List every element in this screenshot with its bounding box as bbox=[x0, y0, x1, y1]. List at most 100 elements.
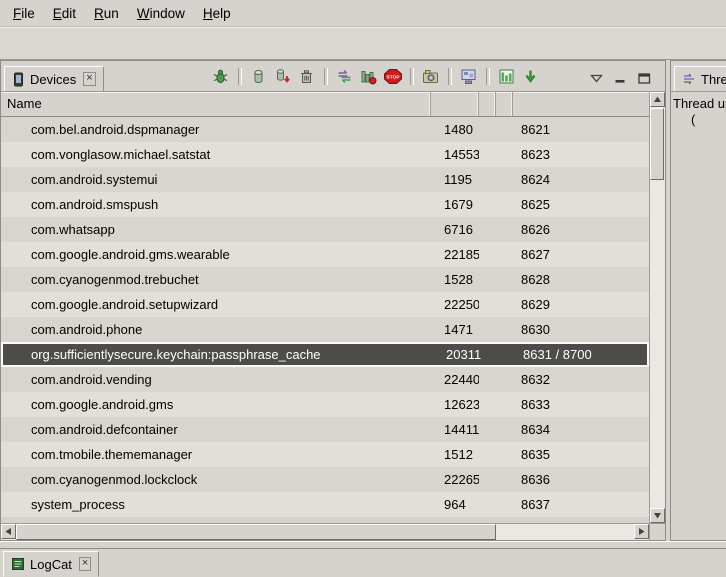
process-list: com.bel.android.dspmanager14808621com.vo… bbox=[1, 117, 649, 523]
menu-help[interactable]: Help bbox=[194, 0, 240, 26]
process-port: 8629 bbox=[513, 292, 649, 317]
menu-run[interactable]: Run bbox=[85, 0, 128, 26]
toolbar-separator bbox=[486, 68, 490, 85]
menu-edit[interactable]: Edit bbox=[44, 0, 85, 26]
process-pid: 14411 bbox=[431, 417, 479, 442]
menubar: FileEditRunWindowHelp bbox=[0, 0, 726, 27]
process-name: com.android.vending bbox=[1, 367, 431, 392]
table-row[interactable]: org.sufficientlysecure.keychain:passphra… bbox=[1, 342, 649, 367]
scrollbar-corner bbox=[650, 523, 665, 540]
process-name: org.sufficientlysecure.keychain:passphra… bbox=[3, 344, 433, 365]
process-empty-cell-1 bbox=[479, 242, 496, 267]
process-empty-cell-1 bbox=[479, 192, 496, 217]
process-empty-cell-2 bbox=[496, 442, 513, 467]
process-empty-cell-2 bbox=[496, 367, 513, 392]
table-row[interactable]: com.google.android.gms126238633 bbox=[1, 392, 649, 417]
scroll-up-button[interactable] bbox=[650, 92, 665, 107]
horizontal-scroll-track[interactable] bbox=[496, 524, 634, 540]
process-empty-cell-1 bbox=[479, 417, 496, 442]
process-empty-cell-2 bbox=[496, 267, 513, 292]
process-port: 8621 bbox=[513, 117, 649, 142]
table-row[interactable]: com.cyanogenmod.lockclock222658636 bbox=[1, 467, 649, 492]
process-empty-cell-2 bbox=[496, 392, 513, 417]
screen-capture-icon[interactable] bbox=[420, 67, 442, 86]
table-row[interactable]: com.google.android.gms.wearable221858627 bbox=[1, 242, 649, 267]
horizontal-scrollbar[interactable] bbox=[1, 523, 649, 540]
update-heap-icon[interactable] bbox=[248, 67, 270, 86]
table-row[interactable]: com.cyanogenmod.trebuchet15288628 bbox=[1, 267, 649, 292]
main-toolbar bbox=[0, 27, 726, 60]
process-empty-cell-1 bbox=[479, 317, 496, 342]
table-row[interactable]: com.android.vending224408632 bbox=[1, 367, 649, 392]
cause-gc-icon[interactable] bbox=[296, 67, 318, 86]
close-icon[interactable]: × bbox=[83, 72, 95, 86]
tab-threads-label: Threa bbox=[701, 72, 726, 87]
table-row[interactable]: com.tmobile.thememanager15128635 bbox=[1, 442, 649, 467]
tab-threads[interactable]: Threa bbox=[674, 66, 726, 92]
scroll-right-button[interactable] bbox=[634, 524, 649, 539]
column-header-empty-2[interactable] bbox=[496, 92, 513, 116]
horizontal-scroll-thumb[interactable] bbox=[16, 524, 496, 540]
view-menu-icon[interactable] bbox=[590, 74, 603, 83]
column-header-empty-1[interactable] bbox=[479, 92, 496, 116]
process-name: com.google.android.setupwizard bbox=[1, 292, 431, 317]
threads-tab-icon bbox=[682, 72, 696, 86]
table-row[interactable]: com.whatsapp67168626 bbox=[1, 217, 649, 242]
debug-icon[interactable] bbox=[210, 67, 232, 86]
stop-process-icon[interactable]: STOP bbox=[382, 67, 404, 86]
process-empty-cell-1 bbox=[481, 344, 498, 365]
table-row[interactable]: com.android.smspush16798625 bbox=[1, 192, 649, 217]
process-pid: 22440 bbox=[431, 367, 479, 392]
vertical-scroll-thumb[interactable] bbox=[650, 108, 664, 180]
systrace-icon[interactable] bbox=[496, 67, 518, 86]
column-header-name[interactable]: Name bbox=[1, 92, 431, 116]
table-row[interactable]: com.vonglasow.michael.satstat145538623 bbox=[1, 142, 649, 167]
table-row[interactable]: system_process9648637 bbox=[1, 492, 649, 517]
close-icon[interactable]: × bbox=[79, 557, 91, 571]
table-row[interactable]: com.google.android.setupwizard222508629 bbox=[1, 292, 649, 317]
vertical-scroll-track[interactable] bbox=[650, 107, 665, 508]
process-pid: 12623 bbox=[431, 392, 479, 417]
ddms-window: FileEditRunWindowHelp Devices × STOP Nam… bbox=[0, 0, 726, 577]
main-area: Devices × STOP Name com.bel.android.dspm… bbox=[0, 60, 726, 541]
process-name: system_process bbox=[1, 492, 431, 517]
scroll-left-button[interactable] bbox=[1, 524, 16, 539]
menu-file[interactable]: File bbox=[4, 0, 44, 26]
process-pid: 1528 bbox=[431, 267, 479, 292]
process-pid: 14553 bbox=[431, 142, 479, 167]
process-empty-cell-1 bbox=[479, 267, 496, 292]
logcat-panel-header: LogCat × bbox=[0, 548, 726, 577]
column-header-port[interactable] bbox=[513, 92, 649, 116]
method-profiling-icon[interactable] bbox=[358, 67, 380, 86]
process-empty-cell-2 bbox=[496, 317, 513, 342]
scroll-down-button[interactable] bbox=[650, 508, 665, 523]
process-empty-cell-1 bbox=[479, 217, 496, 242]
process-empty-cell-2 bbox=[496, 217, 513, 242]
process-name: com.google.android.gms bbox=[1, 392, 431, 417]
process-port: 8627 bbox=[513, 242, 649, 267]
table-row[interactable]: com.bel.android.dspmanager14808621 bbox=[1, 117, 649, 142]
table-row[interactable]: com.android.defcontainer144118634 bbox=[1, 417, 649, 442]
process-pid: 1195 bbox=[431, 167, 479, 192]
update-threads-icon[interactable] bbox=[334, 67, 356, 86]
dump-hprof-icon[interactable] bbox=[272, 67, 294, 86]
arrow-left-icon bbox=[4, 527, 13, 536]
process-name: com.cyanogenmod.trebuchet bbox=[1, 267, 431, 292]
arrow-right-icon bbox=[637, 527, 646, 536]
process-empty-cell-1 bbox=[479, 492, 496, 517]
minimize-icon[interactable] bbox=[614, 73, 627, 84]
table-row[interactable]: com.android.phone14718630 bbox=[1, 317, 649, 342]
vertical-scrollbar[interactable] bbox=[649, 92, 665, 540]
menu-window[interactable]: Window bbox=[128, 0, 194, 26]
bottom-splitter[interactable] bbox=[0, 541, 726, 548]
svg-text:STOP: STOP bbox=[386, 75, 400, 81]
maximize-icon[interactable] bbox=[638, 73, 651, 84]
toolbar-separator bbox=[238, 68, 242, 85]
process-empty-cell-2 bbox=[496, 117, 513, 142]
tab-logcat[interactable]: LogCat × bbox=[3, 551, 99, 577]
opengl-trace-icon[interactable] bbox=[520, 67, 542, 86]
tab-devices[interactable]: Devices × bbox=[4, 66, 104, 92]
hierarchy-view-icon[interactable] bbox=[458, 67, 480, 86]
table-row[interactable]: com.android.systemui11958624 bbox=[1, 167, 649, 192]
column-header-pid[interactable] bbox=[431, 92, 479, 116]
